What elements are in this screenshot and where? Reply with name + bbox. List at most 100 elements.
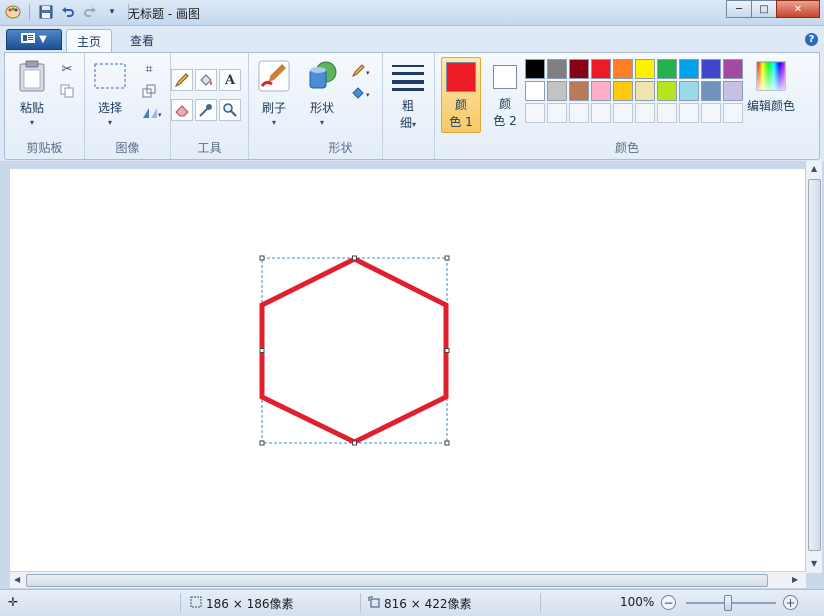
- customize-qat-icon[interactable]: ▾: [103, 3, 121, 21]
- palette-empty-swatch[interactable]: [613, 103, 633, 123]
- palette-color-swatch[interactable]: [613, 59, 633, 79]
- paste-label: 粘贴: [19, 101, 44, 115]
- palette-color-swatch[interactable]: [723, 81, 743, 101]
- outline-icon[interactable]: ▾: [349, 61, 375, 81]
- copy-icon[interactable]: [57, 81, 77, 101]
- image-group: 选择 ▾ ⌗ ▾ 图像: [85, 53, 171, 159]
- palette-empty-swatch[interactable]: [701, 103, 721, 123]
- palette-color-swatch[interactable]: [569, 59, 589, 79]
- vertical-scrollbar[interactable]: ▲ ▼: [805, 161, 822, 573]
- palette-color-swatch[interactable]: [613, 81, 633, 101]
- palette-empty-swatch[interactable]: [569, 103, 589, 123]
- palette-color-swatch[interactable]: [635, 59, 655, 79]
- resize-icon[interactable]: [139, 81, 159, 101]
- palette-color-swatch[interactable]: [679, 81, 699, 101]
- drawing-canvas[interactable]: [10, 169, 806, 579]
- palette-color-swatch[interactable]: [657, 81, 677, 101]
- palette-color-swatch[interactable]: [635, 81, 655, 101]
- status-separator: [360, 593, 361, 613]
- resize-handle[interactable]: [444, 348, 450, 353]
- palette-empty-swatch[interactable]: [657, 103, 677, 123]
- palette-color-swatch[interactable]: [657, 59, 677, 79]
- scroll-up-icon[interactable]: ▲: [811, 164, 817, 173]
- chevron-down-icon: ▼: [39, 34, 47, 45]
- svg-text:▾: ▾: [158, 111, 162, 119]
- resize-handle[interactable]: [444, 440, 450, 446]
- resize-handle[interactable]: [259, 255, 265, 261]
- color1-label-bottom: 色 1: [449, 115, 473, 129]
- size-label-bottom: 细▾: [400, 114, 416, 131]
- crop-icon[interactable]: ⌗: [139, 59, 159, 79]
- palette-color-swatch[interactable]: [679, 59, 699, 79]
- colors-group: 颜 色 1 颜 色 2 编辑颜色 颜色: [435, 53, 819, 159]
- palette-color-swatch[interactable]: [591, 59, 611, 79]
- tools-group-label: 工具: [197, 141, 222, 155]
- rotate-icon[interactable]: ▾: [139, 103, 165, 123]
- zoom-slider-thumb[interactable]: [724, 595, 732, 611]
- resize-handle[interactable]: [259, 440, 265, 446]
- palette-color-swatch[interactable]: [591, 81, 611, 101]
- palette-color-swatch[interactable]: [569, 81, 589, 101]
- palette-color-swatch[interactable]: [547, 59, 567, 79]
- scroll-left-icon[interactable]: ◀: [14, 575, 20, 584]
- redo-icon[interactable]: [81, 3, 99, 21]
- help-icon[interactable]: ?: [805, 33, 818, 46]
- maximize-button[interactable]: □: [751, 0, 777, 18]
- palette-color-swatch[interactable]: [723, 59, 743, 79]
- floppy-save-icon[interactable]: [37, 3, 55, 21]
- palette-empty-swatch[interactable]: [525, 103, 545, 123]
- palette-color-swatch[interactable]: [701, 81, 721, 101]
- palette-empty-swatch[interactable]: [547, 103, 567, 123]
- svg-text:▾: ▾: [366, 91, 370, 99]
- palette-empty-swatch[interactable]: [591, 103, 611, 123]
- tab-view[interactable]: 查看: [120, 29, 164, 52]
- color2-label-top: 颜: [498, 97, 511, 111]
- color-picker-icon[interactable]: [195, 99, 217, 121]
- edit-colors-button[interactable]: 编辑颜色: [747, 59, 795, 114]
- horizontal-scroll-thumb[interactable]: [26, 574, 768, 587]
- vertical-scroll-thumb[interactable]: [808, 179, 821, 551]
- resize-handle[interactable]: [352, 440, 357, 446]
- select-button[interactable]: 选择 ▾: [93, 59, 127, 127]
- shapes-label: 形状: [309, 101, 334, 115]
- palette-empty-swatch[interactable]: [679, 103, 699, 123]
- eraser-icon[interactable]: [171, 99, 193, 121]
- brush-icon: [257, 59, 291, 93]
- resize-handle[interactable]: [259, 348, 265, 353]
- color2-button[interactable]: 颜 色 2: [485, 57, 525, 133]
- pencil-icon[interactable]: [171, 69, 193, 91]
- scroll-right-icon[interactable]: ▶: [792, 575, 798, 584]
- zoom-out-button[interactable]: −: [661, 595, 676, 610]
- status-bar: ✛ 186 × 186像素 816 × 422像素 100% − +: [0, 589, 824, 616]
- fill-icon[interactable]: ▾: [349, 83, 375, 103]
- resize-handle[interactable]: [444, 255, 450, 261]
- size-button[interactable]: 粗 细▾: [391, 59, 425, 131]
- magnifier-icon[interactable]: [219, 99, 241, 121]
- app-menu-button[interactable]: ▼: [6, 29, 62, 50]
- palette-color-swatch[interactable]: [525, 59, 545, 79]
- paste-button[interactable]: 粘贴 ▾: [15, 59, 49, 127]
- palette-empty-swatch[interactable]: [635, 103, 655, 123]
- horizontal-scrollbar[interactable]: ◀ ▶: [10, 571, 806, 588]
- palette-color-swatch[interactable]: [525, 81, 545, 101]
- scroll-down-icon[interactable]: ▼: [811, 559, 817, 568]
- brushes-button[interactable]: 刷子 ▾: [257, 59, 291, 127]
- selection-box[interactable]: [261, 257, 448, 444]
- shapes-button[interactable]: 形状 ▾: [305, 59, 339, 127]
- hexagon-shape[interactable]: [259, 256, 449, 445]
- close-button[interactable]: ✕: [776, 0, 820, 18]
- fill-bucket-icon[interactable]: [195, 69, 217, 91]
- cut-icon[interactable]: ✂: [57, 59, 77, 79]
- paint-palette-icon[interactable]: [4, 3, 22, 21]
- undo-icon[interactable]: [59, 3, 77, 21]
- text-tool-icon[interactable]: A: [219, 69, 241, 91]
- palette-color-swatch[interactable]: [547, 81, 567, 101]
- palette-empty-swatch[interactable]: [723, 103, 743, 123]
- resize-handle[interactable]: [352, 255, 357, 261]
- color1-button[interactable]: 颜 色 1: [441, 57, 481, 133]
- zoom-in-button[interactable]: +: [783, 595, 798, 610]
- tab-home[interactable]: 主页: [66, 29, 113, 52]
- palette-color-swatch[interactable]: [701, 59, 721, 79]
- color1-swatch: [446, 62, 476, 92]
- minimize-button[interactable]: ─: [726, 0, 752, 18]
